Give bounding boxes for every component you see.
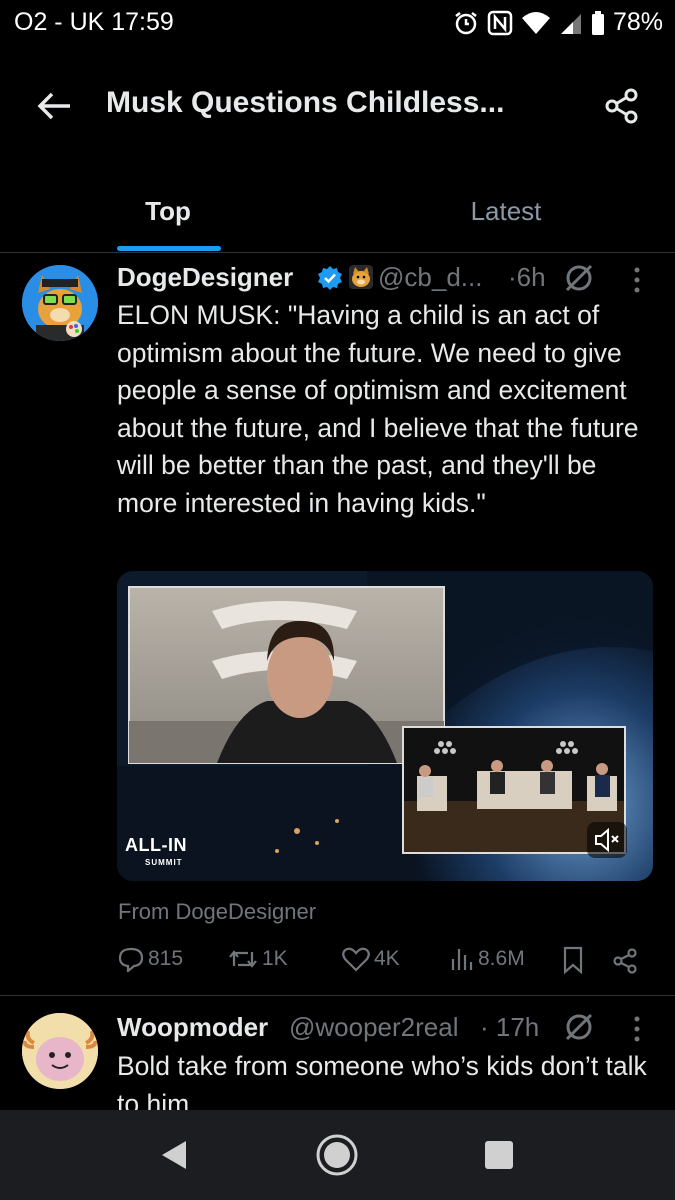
- tweet-divider: [0, 995, 675, 996]
- nfc-icon: [487, 10, 513, 35]
- video-thumbnail: [117, 571, 653, 881]
- signal-icon: [560, 13, 581, 34]
- wifi-icon: [521, 11, 550, 34]
- like-button[interactable]: 4K: [342, 946, 400, 972]
- nav-recents-icon[interactable]: [483, 1139, 515, 1171]
- like-count: 4K: [374, 947, 400, 970]
- video-player[interactable]: ALL-IN SUMMIT: [117, 571, 653, 881]
- tab-latest[interactable]: Latest: [406, 196, 606, 227]
- avatar[interactable]: [22, 1013, 98, 1089]
- page-title: Musk Questions Childless...: [106, 86, 505, 119]
- video-overlay-title: ALL-IN: [125, 835, 187, 855]
- display-name[interactable]: DogeDesigner: [117, 262, 293, 293]
- reply-button[interactable]: 815: [118, 946, 183, 972]
- views-count: 8.6M: [478, 947, 525, 970]
- arrow-left-icon[interactable]: [34, 86, 74, 126]
- doge-avatar-icon: [22, 265, 98, 341]
- mute-button[interactable]: [587, 822, 627, 858]
- more-options-icon[interactable]: [632, 1015, 642, 1043]
- display-name[interactable]: Woopmoder: [117, 1012, 268, 1043]
- more-options-icon[interactable]: [632, 266, 642, 294]
- repost-icon: [229, 950, 257, 968]
- share-icon[interactable]: [602, 86, 642, 126]
- views-icon: [451, 949, 473, 970]
- tab-top[interactable]: Top: [68, 196, 268, 227]
- handle[interactable]: @cb_d...: [378, 262, 482, 293]
- battery-icon: [591, 10, 604, 35]
- status-icons: 78%: [453, 8, 663, 37]
- timestamp[interactable]: · 17h: [480, 1012, 539, 1043]
- nav-home-icon[interactable]: [315, 1133, 359, 1177]
- status-carrier-time: O2 - UK 17:59: [14, 8, 174, 36]
- repost-count: 1K: [262, 947, 288, 970]
- handle[interactable]: @wooper2real: [289, 1012, 458, 1043]
- nav-back-icon[interactable]: [158, 1138, 190, 1172]
- views-button[interactable]: 8.6M: [450, 946, 525, 972]
- timestamp[interactable]: ·6h: [508, 262, 546, 293]
- system-navigation-bar: [0, 1110, 675, 1200]
- alarm-icon: [455, 11, 477, 34]
- grok-icon[interactable]: [563, 262, 595, 294]
- tweet-text: ELON MUSK: "Having a child is an act of …: [117, 300, 639, 518]
- video-overlay-subtitle: SUMMIT: [145, 858, 183, 867]
- volume-muted-icon: [595, 827, 619, 853]
- tabs-divider: [0, 252, 675, 253]
- active-tab-indicator: [117, 246, 221, 251]
- battery-percent: 78%: [612, 8, 663, 36]
- verified-badge-icon: [318, 266, 342, 290]
- reply-icon: [118, 947, 144, 972]
- repost-button[interactable]: 1K: [228, 946, 288, 972]
- grok-icon[interactable]: [563, 1011, 595, 1043]
- wooper-avatar-icon: [22, 1013, 98, 1089]
- avatar[interactable]: [22, 265, 98, 341]
- doge-badge-icon: [349, 265, 373, 289]
- from-label[interactable]: From DogeDesigner: [118, 899, 316, 925]
- bookmark-icon[interactable]: [562, 946, 584, 974]
- share-icon[interactable]: [611, 947, 639, 975]
- heart-icon: [342, 947, 370, 972]
- reply-count: 815: [148, 947, 184, 970]
